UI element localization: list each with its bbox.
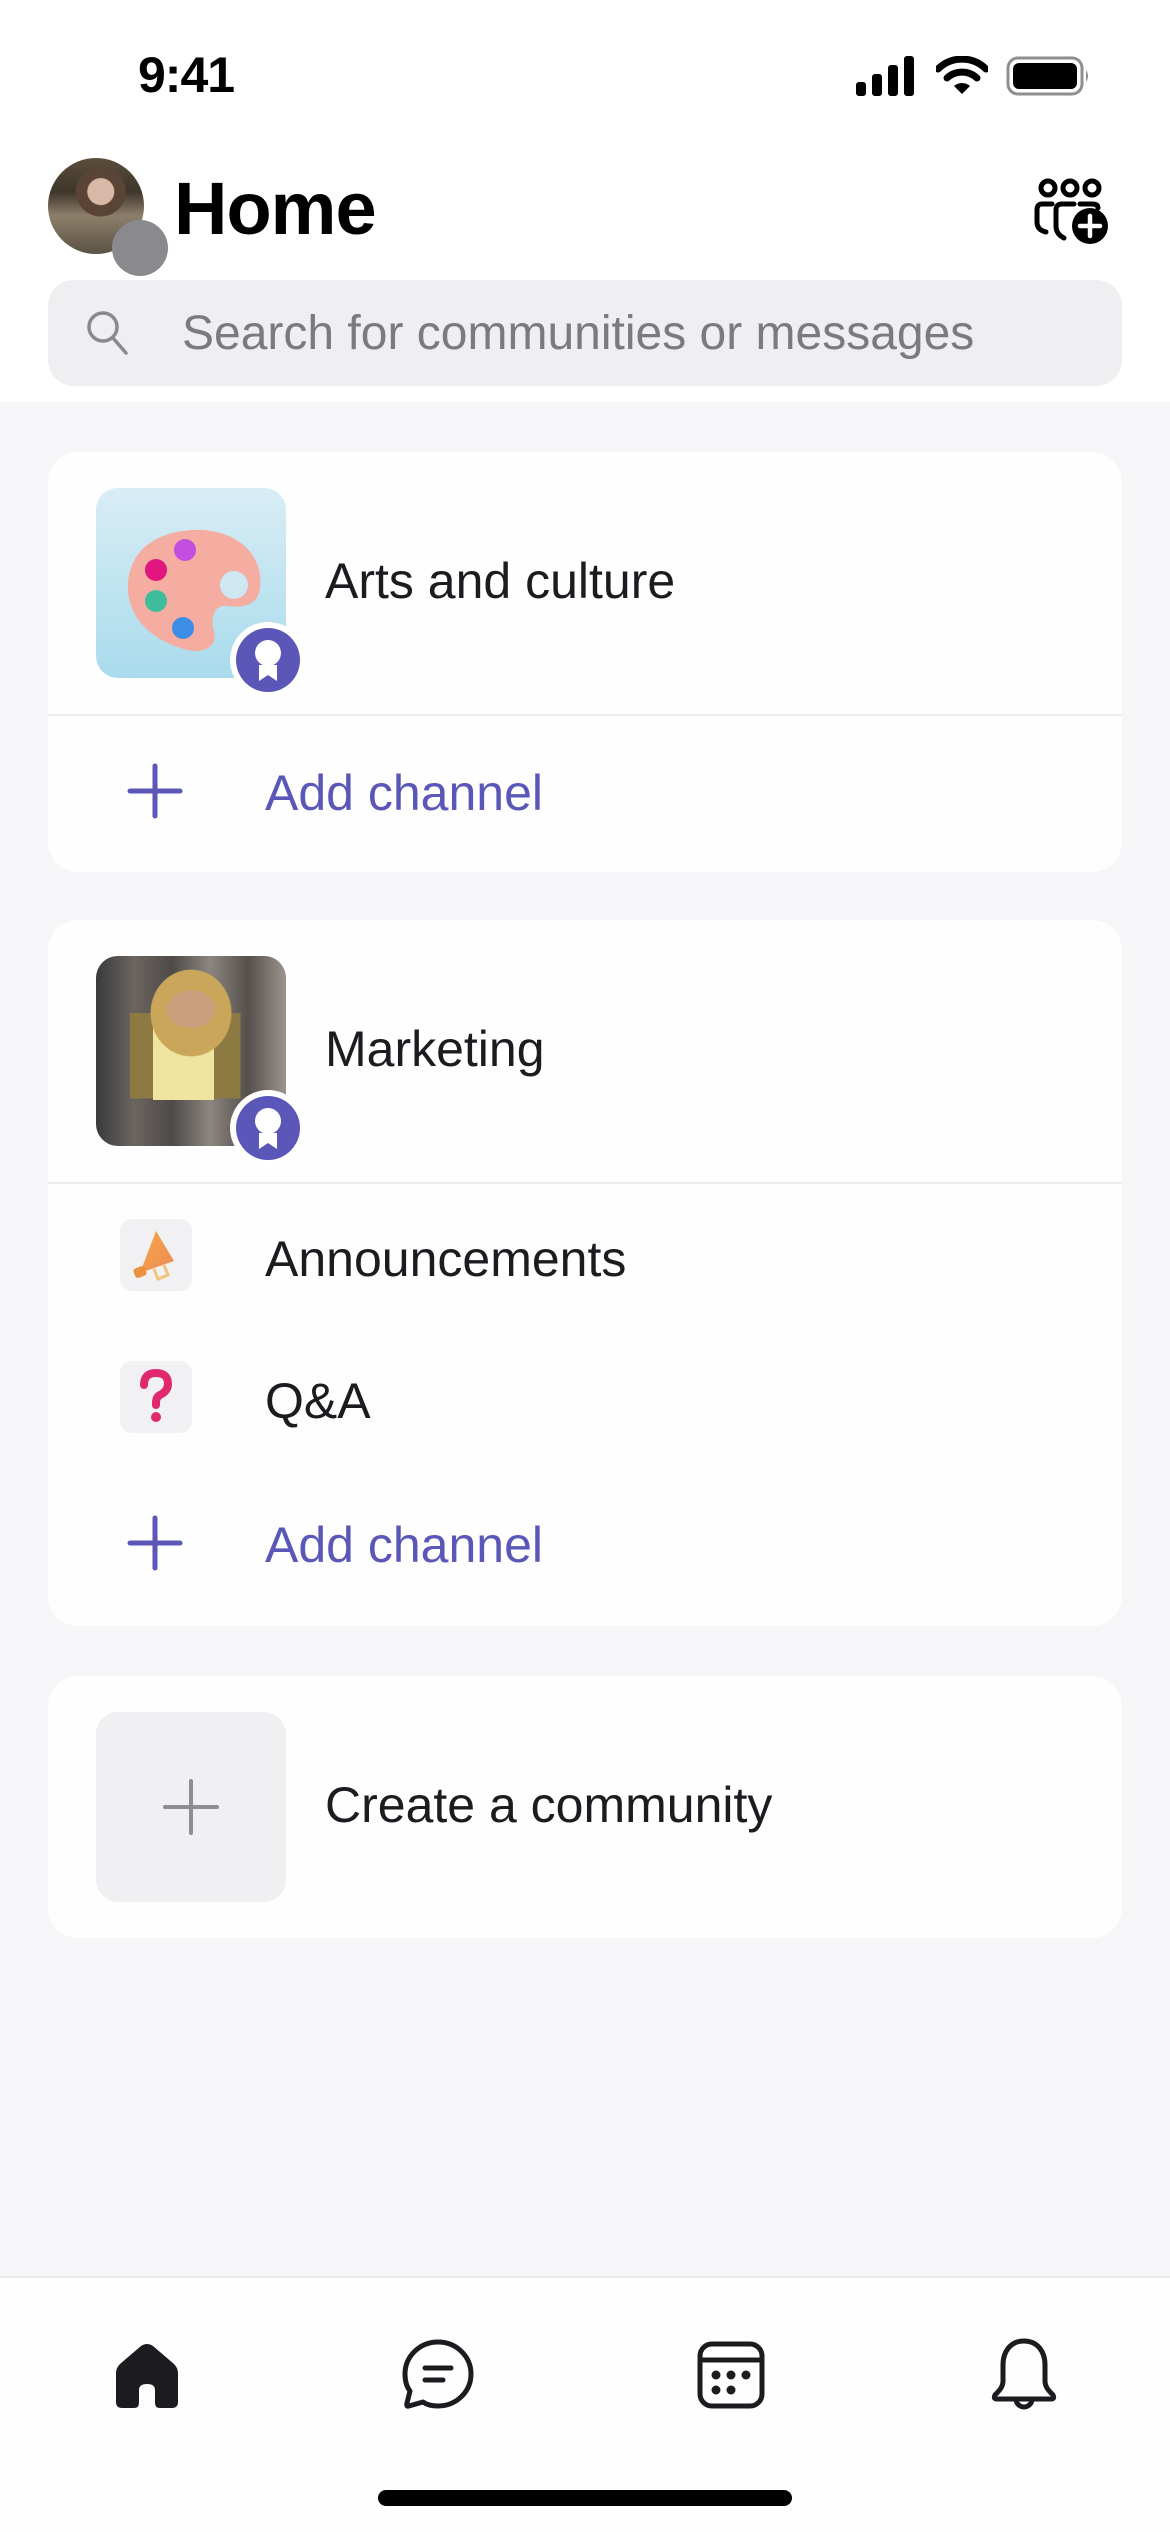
status-time: 9:41 <box>138 47 235 103</box>
channel-qa[interactable]: Q&A <box>48 1326 1122 1468</box>
search-bar[interactable] <box>48 280 1122 386</box>
community-name: Arts and culture <box>325 553 676 609</box>
add-channel-button[interactable]: Add channel <box>48 716 1122 868</box>
question-mark-icon <box>140 1369 173 1422</box>
award-ribbon-icon <box>255 1108 281 1149</box>
wifi-icon <box>936 56 988 94</box>
plus-icon <box>127 763 183 819</box>
bell-icon <box>991 2338 1057 2410</box>
create-community-card: Create a community <box>48 1676 1122 1938</box>
community-row[interactable]: Arts and culture <box>48 452 1122 714</box>
channel-icon-box <box>120 1219 192 1291</box>
nav-calendar[interactable] <box>676 2320 786 2430</box>
nav-notifications[interactable] <box>969 2320 1079 2430</box>
add-channel-button[interactable]: Add channel <box>48 1468 1122 1620</box>
plus-icon <box>127 1515 183 1571</box>
community-row[interactable]: Marketing <box>48 920 1122 1182</box>
new-community-button[interactable] <box>1032 176 1112 246</box>
plus-icon <box>163 1779 219 1835</box>
community-card-arts: Arts and culture Add channel <box>48 452 1122 872</box>
home-icon <box>116 2344 178 2408</box>
search-input[interactable] <box>182 280 1102 386</box>
channel-announcements[interactable]: Announcements <box>48 1184 1122 1326</box>
add-channel-label: Add channel <box>265 1517 544 1573</box>
home-indicator <box>378 2490 792 2506</box>
channel-label: Announcements <box>265 1231 627 1287</box>
create-community-label: Create a community <box>325 1777 773 1833</box>
status-icons <box>856 56 1090 96</box>
create-community-button[interactable]: Create a community <box>48 1676 1122 1938</box>
award-ribbon-icon <box>255 640 281 681</box>
community-name: Marketing <box>325 1021 545 1077</box>
search-icon <box>87 311 128 355</box>
nav-chat[interactable] <box>383 2320 493 2430</box>
channel-label: Q&A <box>265 1373 371 1429</box>
community-add-icon <box>1034 178 1108 244</box>
community-card-marketing: Marketing Announcements Q&A Add channel <box>48 920 1122 1626</box>
create-community-thumbnail <box>96 1712 286 1902</box>
page-title: Home <box>174 167 377 250</box>
megaphone-icon <box>133 1231 174 1281</box>
add-channel-label: Add channel <box>265 765 544 821</box>
calendar-icon <box>697 2341 765 2409</box>
cellular-signal-icon <box>856 56 914 96</box>
presence-indicator <box>112 220 168 276</box>
battery-icon <box>1006 56 1088 96</box>
community-badge <box>230 1090 306 1166</box>
community-badge <box>230 622 306 698</box>
chat-bubble-icon <box>402 2339 474 2409</box>
channel-icon-box <box>120 1361 192 1433</box>
avatar-button[interactable] <box>48 158 168 276</box>
nav-home[interactable] <box>92 2320 202 2430</box>
